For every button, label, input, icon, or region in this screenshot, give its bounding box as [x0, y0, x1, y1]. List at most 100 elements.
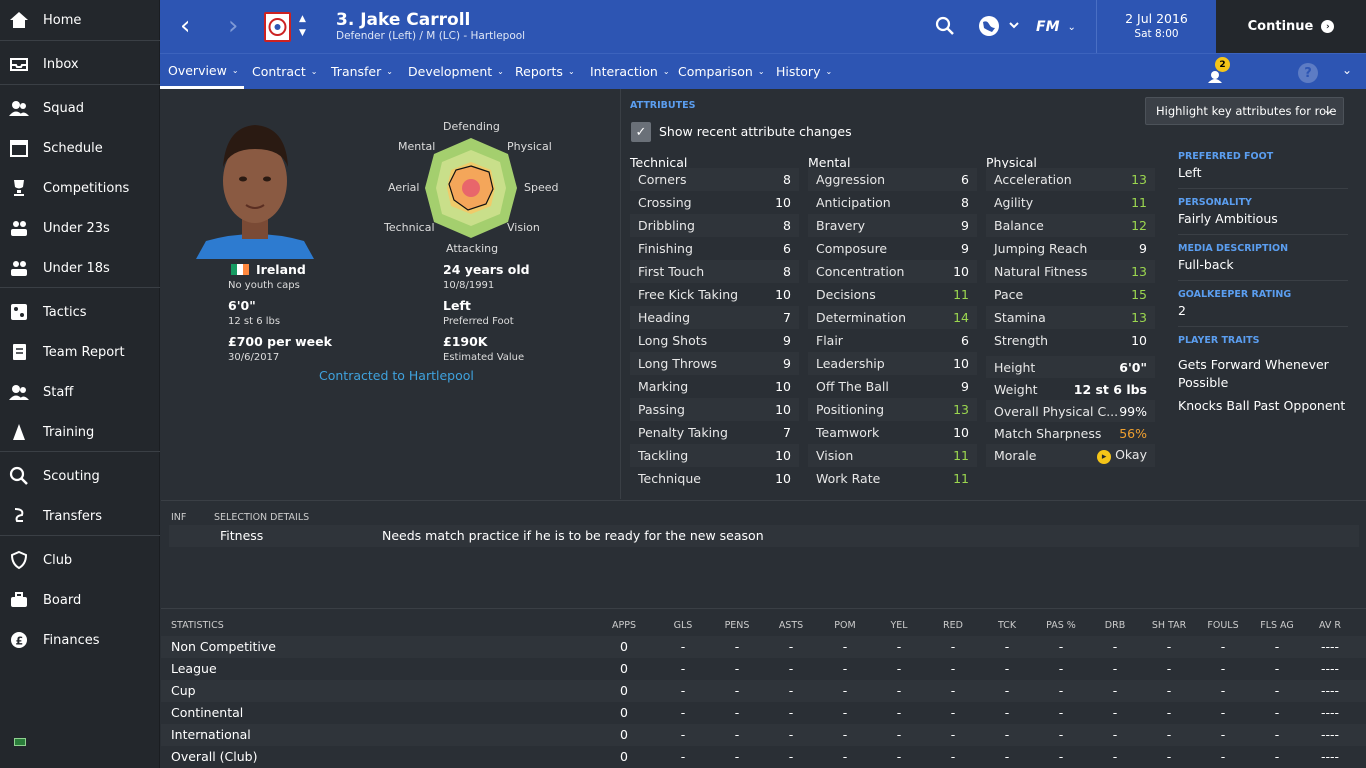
sidebar-item-transfers[interactable]: Transfers — [0, 496, 160, 536]
stat-column-header[interactable]: FOULS — [1203, 620, 1243, 631]
attribute-row[interactable]: Pace 15 — [986, 283, 1155, 306]
attribute-row[interactable]: Vision 11 — [808, 444, 977, 467]
attribute-row[interactable]: Determination 14 — [808, 306, 977, 329]
chevron-down-icon: ⌄ — [1323, 103, 1333, 117]
attribute-value: 9 — [783, 356, 791, 371]
attribute-row[interactable]: Bravery 9 — [808, 214, 977, 237]
attribute-row[interactable]: Leadership 10 — [808, 352, 977, 375]
attribute-row[interactable]: Off The Ball 9 — [808, 375, 977, 398]
stat-column-header[interactable]: RED — [933, 620, 973, 631]
player-switch-icon[interactable]: ▲ ▼ — [299, 12, 306, 40]
sidebar-item-board[interactable]: Board — [0, 580, 160, 620]
show-changes-checkbox[interactable]: ✓ — [631, 122, 651, 142]
transfers-icon — [9, 506, 29, 526]
attribute-row[interactable]: Decisions 11 — [808, 283, 977, 306]
tab-comparison[interactable]: Comparison ⌄ — [678, 54, 765, 89]
sidebar-item-label: Inbox — [43, 56, 79, 72]
stat-column-header[interactable]: GLS — [663, 620, 703, 631]
continue-button[interactable]: Continue › — [1216, 0, 1366, 53]
attribute-name: Acceleration — [994, 172, 1072, 187]
attribute-row[interactable]: Work Rate 11 — [808, 467, 977, 490]
sidebar-item-competitions[interactable]: Competitions — [0, 168, 160, 208]
date-display[interactable]: 2 Jul 2016 Sat 8:00 — [1096, 0, 1216, 53]
help-icon[interactable]: ? — [1298, 63, 1318, 83]
attribute-row[interactable]: Flair 6 — [808, 329, 977, 352]
attribute-value: 13 — [1131, 172, 1147, 187]
sidebar-item-staff[interactable]: Staff — [0, 372, 160, 412]
tab-development[interactable]: Development ⌄ — [408, 54, 504, 89]
back-arrow-icon[interactable]: ‹ — [180, 13, 190, 39]
attribute-row[interactable]: Passing 10 — [630, 398, 799, 421]
attribute-row[interactable]: Anticipation 8 — [808, 191, 977, 214]
stat-column-header[interactable]: APPS — [604, 620, 644, 631]
highlight-role-dropdown[interactable]: Highlight key attributes for role ⌄ — [1145, 97, 1344, 125]
stat-cell: - — [1112, 661, 1118, 676]
sidebar-item-under-23s[interactable]: Under 23s — [0, 208, 160, 248]
sidebar-item-scouting[interactable]: Scouting — [0, 456, 160, 496]
attribute-row[interactable]: Marking 10 — [630, 375, 799, 398]
forward-arrow-icon[interactable]: › — [228, 13, 238, 39]
sidebar-item-team-report[interactable]: Team Report — [0, 332, 160, 372]
attribute-row[interactable]: Teamwork 10 — [808, 421, 977, 444]
attribute-row[interactable]: Aggression 6 — [808, 168, 977, 191]
attribute-row[interactable]: Heading 7 — [630, 306, 799, 329]
attribute-row[interactable]: Strength 10 — [986, 329, 1155, 352]
fm-menu[interactable]: FM ⌄ — [1036, 12, 1084, 42]
attribute-row[interactable]: Concentration 10 — [808, 260, 977, 283]
attribute-row[interactable]: Finishing 6 — [630, 237, 799, 260]
search-icon[interactable] — [935, 16, 955, 40]
tab-overview[interactable]: Overview ⌄ — [160, 54, 244, 89]
attribute-row[interactable]: Natural Fitness 13 — [986, 260, 1155, 283]
stat-cell: - — [896, 749, 902, 764]
attribute-row[interactable]: Acceleration 13 — [986, 168, 1155, 191]
attribute-row[interactable]: Long Throws 9 — [630, 352, 799, 375]
stat-column-header[interactable]: PENS — [717, 620, 757, 631]
tab-interaction[interactable]: Interaction ⌄ — [590, 54, 670, 89]
stat-column-header[interactable]: POM — [825, 620, 865, 631]
club-crest-icon[interactable] — [264, 12, 291, 42]
sidebar-item-squad[interactable]: Squad — [0, 88, 160, 128]
sidebar-item-home[interactable]: Home — [0, 0, 160, 40]
attribute-row[interactable]: First Touch 8 — [630, 260, 799, 283]
stat-column-header[interactable]: DRB — [1095, 620, 1135, 631]
notification-icon[interactable]: 2 — [1206, 57, 1230, 87]
stat-column-header[interactable]: PAS % — [1041, 620, 1081, 631]
attribute-row[interactable]: Jumping Reach 9 — [986, 237, 1155, 260]
sidebar-item-club[interactable]: Club — [0, 540, 160, 580]
sidebar-item-inbox[interactable]: Inbox — [0, 44, 160, 84]
attribute-row[interactable]: Long Shots 9 — [630, 329, 799, 352]
sidebar-item-training[interactable]: Training — [0, 412, 160, 452]
attribute-row[interactable]: Stamina 13 — [986, 306, 1155, 329]
stat-column-header[interactable]: ASTS — [771, 620, 811, 631]
attribute-row[interactable]: Tackling 10 — [630, 444, 799, 467]
attribute-row[interactable]: Agility 11 — [986, 191, 1155, 214]
stat-column-header[interactable]: YEL — [879, 620, 919, 631]
stat-column-header[interactable]: FLS AG — [1257, 620, 1297, 631]
globe-icon[interactable] — [978, 15, 1022, 41]
tab-reports[interactable]: Reports ⌄ — [515, 54, 575, 89]
attribute-row[interactable]: Crossing 10 — [630, 191, 799, 214]
attribute-row[interactable]: Technique 10 — [630, 467, 799, 490]
stat-column-header[interactable]: SH TAR — [1149, 620, 1189, 631]
attribute-row[interactable]: Positioning 13 — [808, 398, 977, 421]
attribute-row[interactable]: Composure 9 — [808, 237, 977, 260]
sidebar-item-schedule[interactable]: Schedule — [0, 128, 160, 168]
sidebar-item-finances[interactable]: £ Finances — [0, 620, 160, 660]
keyboard-icon[interactable] — [14, 738, 26, 746]
attribute-row[interactable]: Dribbling 8 — [630, 214, 799, 237]
attribute-row[interactable]: Free Kick Taking 10 — [630, 283, 799, 306]
stat-column-header[interactable]: TCK — [987, 620, 1027, 631]
attribute-row[interactable]: Balance 12 — [986, 214, 1155, 237]
stat-cell: - — [1274, 705, 1280, 720]
sidebar-item-under-18s[interactable]: Under 18s — [0, 248, 160, 288]
sidebar-item-tactics[interactable]: Tactics — [0, 292, 160, 332]
stat-column-header[interactable]: AV R — [1310, 620, 1350, 631]
tab-contract[interactable]: Contract ⌄ — [252, 54, 317, 89]
chevron-down-icon[interactable]: ⌄ — [1342, 63, 1352, 77]
player-photo — [196, 119, 314, 259]
tab-transfer[interactable]: Transfer ⌄ — [331, 54, 393, 89]
attribute-row[interactable]: Corners 8 — [630, 168, 799, 191]
attribute-row[interactable]: Penalty Taking 7 — [630, 421, 799, 444]
tab-history[interactable]: History ⌄ — [776, 54, 832, 89]
contracted-link[interactable]: Contracted to Hartlepool — [319, 368, 474, 383]
